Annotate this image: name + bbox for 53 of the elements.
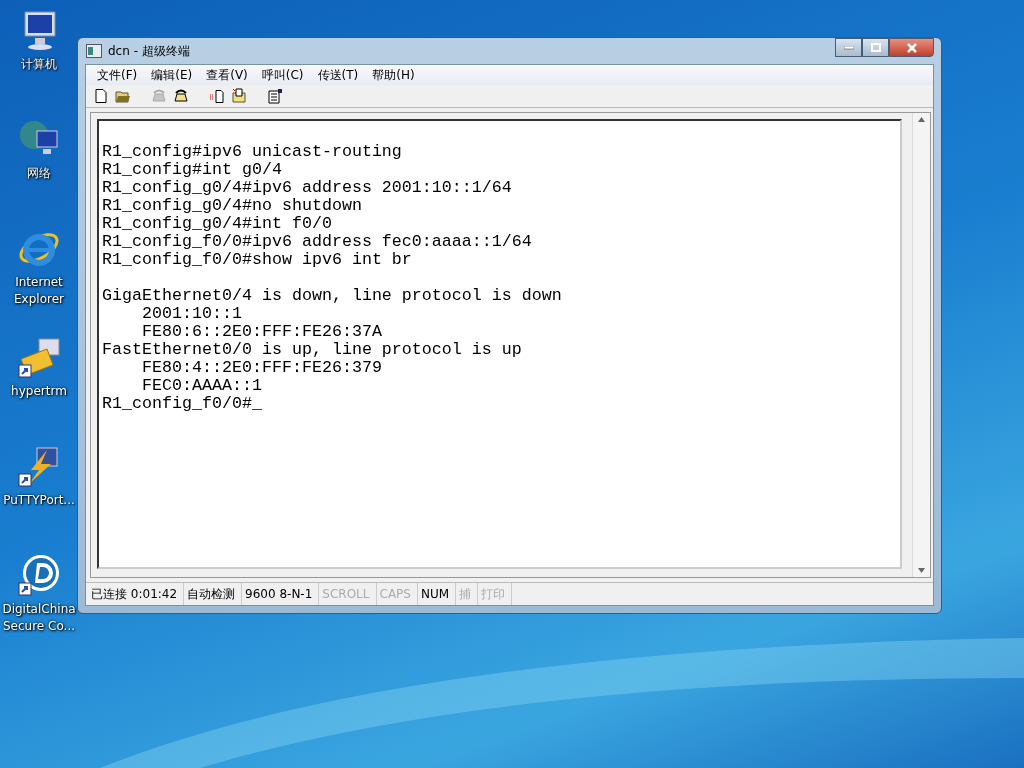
minimize-icon	[843, 45, 854, 50]
window-app-icon	[86, 44, 102, 58]
page-send-icon[interactable]	[209, 88, 225, 104]
terminal-line: R1_config#ipv6 unicast-routing	[102, 142, 402, 161]
scroll-up-arrow-icon[interactable]	[918, 117, 925, 122]
terminal-line: FE80:4::2E0:FFF:FE26:379	[140, 358, 382, 377]
terminal-line: GigaEthernet0/4 is down, line protocol is down	[102, 286, 562, 305]
terminal-line: FEC0:AAAA::1	[140, 376, 262, 395]
status-field: SCROLL	[319, 583, 377, 605]
desktop-icon-label[interactable]: hypertrm	[1, 383, 77, 400]
terminal-line: R1_config#int g0/4	[102, 160, 282, 179]
status-field: 捕	[456, 583, 479, 605]
desktop-icon-label[interactable]: PuTTYPort...	[1, 492, 77, 509]
terminal-line: R1_config_g0/4#no shutdown	[102, 196, 362, 215]
status-field: 打印	[478, 583, 513, 605]
close-button[interactable]	[889, 38, 934, 57]
scroll-down-arrow-icon[interactable]	[918, 568, 925, 573]
phone-icon[interactable]	[173, 88, 189, 104]
menu-item[interactable]: 文件(F)	[90, 66, 145, 84]
terminal-line: R1_config_f0/0#show ipv6 int br	[102, 250, 412, 269]
folder-icon[interactable]	[115, 88, 131, 104]
letter-d-icon[interactable]	[17, 553, 61, 597]
desktop-icon-label[interactable]: 计算机	[1, 56, 77, 73]
blank-page-icon[interactable]	[93, 88, 109, 104]
lightning-monitor-icon[interactable]	[17, 444, 61, 488]
minimize-button[interactable]	[835, 38, 862, 57]
menu-item[interactable]: 查看(V)	[199, 66, 255, 84]
status-field: 已连接 0:01:42	[88, 583, 185, 605]
maximize-icon	[870, 43, 881, 52]
status-field: NUM	[417, 583, 457, 605]
terminal-line: R1_config_g0/4#ipv6 address 2001:10::1/64	[102, 178, 512, 197]
terminal-line: FE80:6::2E0:FFF:FE26:37A	[140, 322, 382, 341]
terminal-line: R1_config_g0/4#int f0/0	[102, 214, 332, 233]
menu-item[interactable]: 编辑(E)	[144, 66, 200, 84]
close-icon	[905, 42, 918, 53]
menu-item[interactable]: 呼叫(C)	[254, 66, 311, 84]
status-field: CAPS	[376, 583, 418, 605]
desktop-icon-label[interactable]: DigitalChina Secure Co...	[1, 601, 77, 635]
terminal-line: R1_config_f0/0#_	[102, 394, 262, 413]
terminal-line: R1_config_f0/0#ipv6 address fec0:aaaa::1/64	[102, 232, 532, 251]
terminal-line: FastEthernet0/0 is up, line protocol is up	[102, 340, 522, 359]
menu-item[interactable]: 传送(T)	[310, 66, 366, 84]
status-field: 9600 8-N-1	[242, 583, 320, 605]
window-title: dcn - 超级终端	[108, 42, 190, 60]
desktop-icon-label[interactable]: 网络	[1, 165, 77, 182]
menu-item[interactable]: 帮助(H)	[365, 66, 422, 84]
status-field: 自动检测	[184, 583, 243, 605]
vertical-scrollbar[interactable]	[912, 113, 930, 577]
maximize-button[interactable]	[862, 38, 889, 57]
properties-icon[interactable]	[267, 88, 283, 104]
folder-receive-icon[interactable]	[231, 88, 247, 104]
terminal-line: 2001:10::1	[140, 304, 242, 323]
desktop-icon-label[interactable]: Internet Explorer	[1, 274, 77, 308]
